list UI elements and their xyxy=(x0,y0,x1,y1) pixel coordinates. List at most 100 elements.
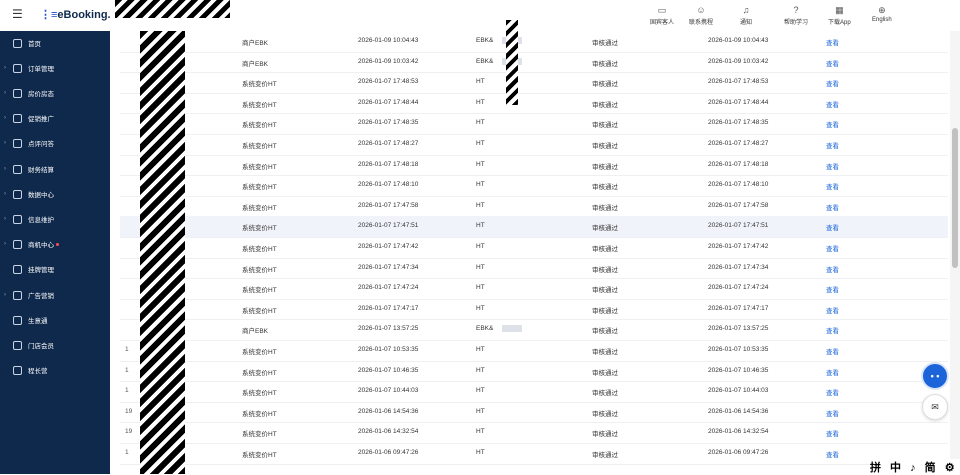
sidebar-item[interactable]: › 点评问答 xyxy=(0,135,110,151)
header-item[interactable]: ⊕ English xyxy=(872,5,892,23)
view-link[interactable]: 查看 xyxy=(826,58,839,68)
table-row: 系统变价HT 2026-01-07 17:47:34 HT 审核通过 2026-01-0… xyxy=(120,258,948,280)
header-item-label: English xyxy=(872,17,892,23)
menu-item-icon xyxy=(13,164,22,174)
view-link[interactable]: 查看 xyxy=(826,387,839,397)
audit-time-cell: 2026-01-07 17:47:58 xyxy=(708,201,769,209)
header-item[interactable]: ▦ 下载App xyxy=(828,5,851,26)
source-cell: 系统变价HT xyxy=(242,410,277,418)
view-link[interactable]: 查看 xyxy=(826,99,839,109)
view-link[interactable]: 查看 xyxy=(826,367,839,377)
menu-icon[interactable]: ☰ xyxy=(12,8,24,20)
audit-time-cell: 2026-01-07 17:48:53 xyxy=(708,78,769,86)
sidebar: 首页 › 订单管理 › 房价房态 › 促销推广 › 点评问答 › 财务结算 › 数据中心 › 信息维护 › 商机… xyxy=(0,31,110,474)
ime-toolbar[interactable]: 拼 中 ♪ 简 ⚙ xyxy=(870,459,960,474)
sidebar-item[interactable]: 生意通 xyxy=(0,312,110,328)
menu-item-icon xyxy=(13,63,22,73)
source-cell: 系统变价HT xyxy=(242,266,277,274)
audit-time-cell: 2026-01-07 17:47:34 xyxy=(708,263,769,271)
source-cell: 系统变价HT xyxy=(242,143,277,150)
sidebar-item[interactable]: 首页 xyxy=(0,35,110,51)
view-link[interactable]: 查看 xyxy=(826,37,839,47)
source-cell: 系统变价HT xyxy=(242,184,277,192)
view-link[interactable]: 查看 xyxy=(826,305,839,315)
row-id: 19 xyxy=(125,407,133,415)
sidebar-item[interactable]: › 财务结算 xyxy=(0,161,110,177)
row-id: 19 xyxy=(125,428,133,436)
view-link[interactable]: 查看 xyxy=(826,325,839,335)
table-row: 系统变价HT 2026-01-07 17:47:17 HT 审核通过 2026-01-0… xyxy=(120,299,948,321)
submit-time-cell: 2026-01-06 09:47:26 xyxy=(358,449,419,456)
operator-cell: HT xyxy=(476,140,485,147)
chevron-right-icon: › xyxy=(4,140,6,146)
submit-time-cell: 2026-01-07 13:57:25 xyxy=(358,325,419,333)
scrollbar[interactable] xyxy=(950,31,960,474)
view-link[interactable]: 查看 xyxy=(826,264,839,274)
source-cell: 系统变价HT xyxy=(242,307,277,315)
assistant-button[interactable]: • • xyxy=(921,362,949,390)
audit-time-cell: 2026-01-06 14:32:54 xyxy=(708,428,769,436)
sidebar-item[interactable]: › 商机中心 xyxy=(0,236,110,252)
menu-item-icon xyxy=(13,264,22,274)
sidebar-item[interactable]: › 订单管理 xyxy=(0,60,110,76)
contact-icon: ☺ xyxy=(696,5,706,15)
view-link[interactable]: 查看 xyxy=(826,243,839,253)
submit-time-cell: 2026-01-07 17:48:35 xyxy=(358,119,419,127)
table-row: 系统变价HT 2026-01-07 17:48:10 HT 审核通过 2026-01-0… xyxy=(120,175,948,197)
view-link[interactable]: 查看 xyxy=(826,222,839,232)
view-link[interactable]: 查看 xyxy=(826,161,839,171)
menu-item-icon xyxy=(13,365,22,375)
chat-icon[interactable]: ✉ xyxy=(922,394,948,420)
sidebar-item[interactable]: › 房价房态 xyxy=(0,85,110,101)
status-cell: 审核通过 xyxy=(592,307,618,315)
source-cell: 系统变价HT xyxy=(242,246,277,253)
submit-time-cell: 2026-01-07 10:44:03 xyxy=(358,387,419,395)
operator-cell: HT xyxy=(476,304,485,312)
audit-time-cell: 2026-01-07 10:53:35 xyxy=(708,346,769,353)
source-cell: 商户EBK xyxy=(242,328,269,336)
logo[interactable]: ⋮≡eBooking. xyxy=(40,8,111,21)
operator-cell: HT xyxy=(476,346,485,353)
header-item[interactable]: ♫ 通知 xyxy=(740,5,752,26)
top-header: ☰ ⋮≡eBooking. ▭ 国宾客人 ☺ 联系携程 ♫ 通知 ? 帮助学习 ▦ 下载App ⊕ E… xyxy=(0,0,960,32)
sidebar-item[interactable]: › 广告营销 xyxy=(0,287,110,303)
view-link[interactable]: 查看 xyxy=(826,140,839,150)
source-cell: 系统变价HT xyxy=(242,287,277,295)
chevron-right-icon: › xyxy=(4,191,6,197)
sidebar-item[interactable]: 程长营 xyxy=(0,362,110,378)
scrollbar-thumb[interactable] xyxy=(952,128,958,268)
menu-item-icon xyxy=(13,138,22,148)
operator-cell: HT xyxy=(476,366,485,374)
view-link[interactable]: 查看 xyxy=(826,284,839,294)
audit-time-cell: 2026-01-07 17:48:10 xyxy=(708,181,769,189)
row-id: 1 xyxy=(125,449,129,456)
table-row: 1 系统变价HT 2026-01-07 10:53:35 HT 审核通过 2026-01-… xyxy=(120,340,948,362)
submit-time-cell: 2026-01-07 17:47:42 xyxy=(358,243,419,250)
sidebar-item[interactable]: › 促销推广 xyxy=(0,110,110,126)
sidebar-item-label: 挂牌管理 xyxy=(28,267,54,274)
sidebar-item[interactable]: 门店会员 xyxy=(0,337,110,353)
header-item[interactable]: ? 帮助学习 xyxy=(784,5,808,26)
view-link[interactable]: 查看 xyxy=(826,408,839,418)
audit-time-cell: 2026-01-07 17:47:24 xyxy=(708,284,769,292)
operator-cell: HT xyxy=(476,181,485,189)
menu-item-icon xyxy=(13,290,22,300)
view-link[interactable]: 查看 xyxy=(826,181,839,191)
view-link[interactable]: 查看 xyxy=(826,202,839,212)
status-cell: 审核通过 xyxy=(592,246,618,253)
sidebar-item-label: 促销推广 xyxy=(28,116,54,123)
header-item[interactable]: ▭ 国宾客人 xyxy=(650,5,674,26)
view-link[interactable]: 查看 xyxy=(826,119,839,129)
view-link[interactable]: 查看 xyxy=(826,428,839,438)
sidebar-item[interactable]: › 信息维护 xyxy=(0,211,110,227)
view-link[interactable]: 查看 xyxy=(826,346,839,356)
sidebar-item[interactable]: › 数据中心 xyxy=(0,186,110,202)
redacted-area xyxy=(140,31,185,474)
view-link[interactable]: 查看 xyxy=(826,449,839,459)
sidebar-item-label: 数据中心 xyxy=(28,192,54,199)
sidebar-item[interactable]: 挂牌管理 xyxy=(0,261,110,277)
view-link[interactable]: 查看 xyxy=(826,78,839,88)
status-cell: 审核通过 xyxy=(592,163,618,171)
submit-time-cell: 2026-01-07 17:47:17 xyxy=(358,304,419,312)
header-item[interactable]: ☺ 联系携程 xyxy=(689,5,713,26)
